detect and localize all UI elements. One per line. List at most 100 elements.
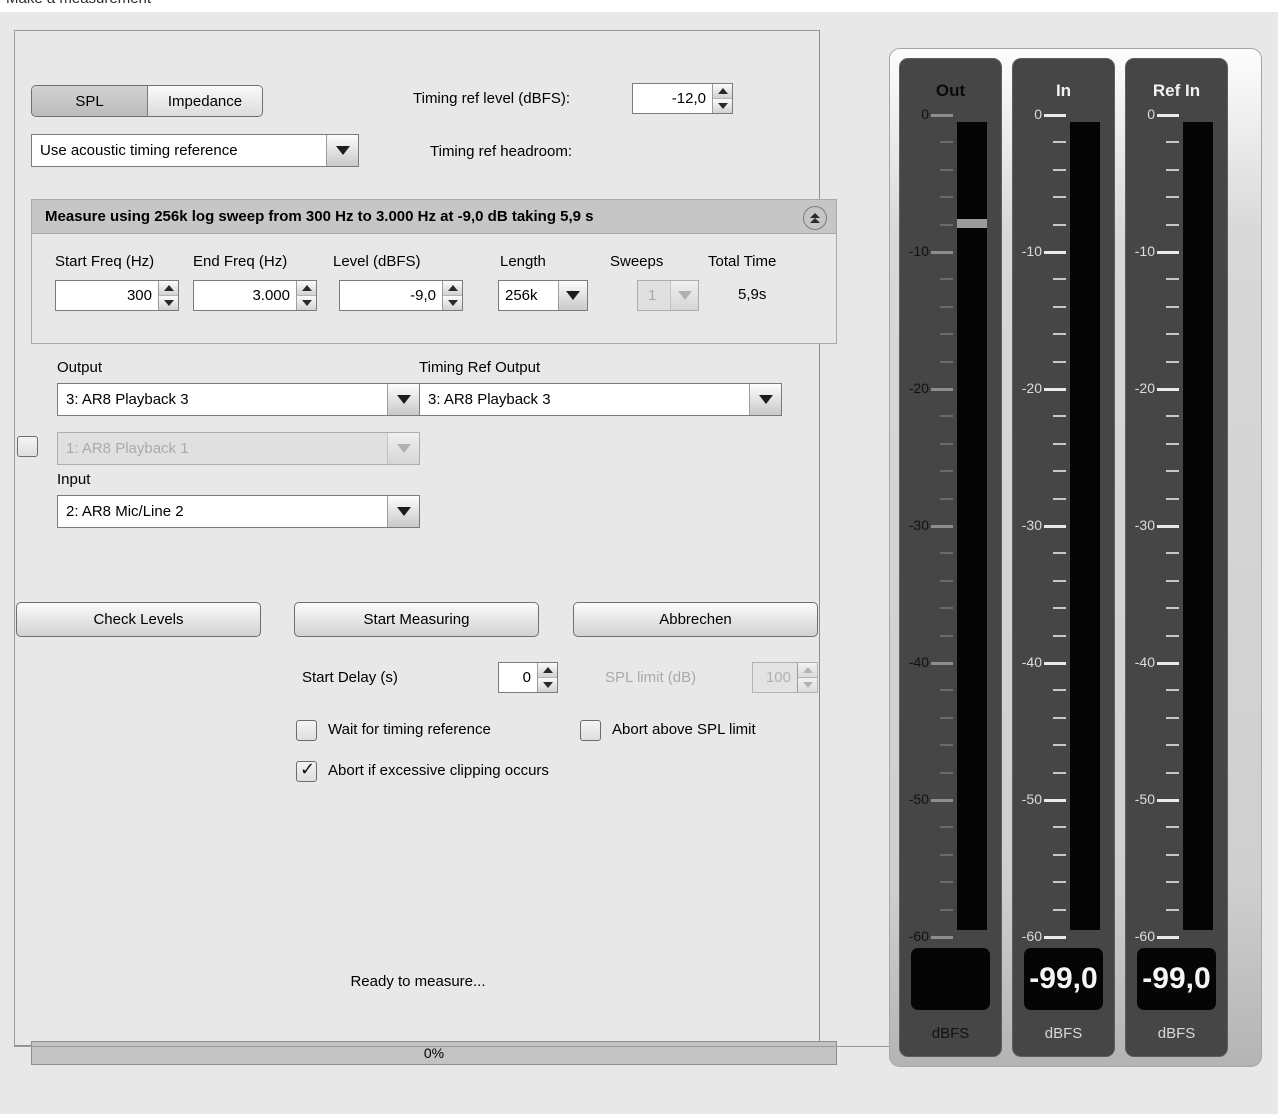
meter-tick [1044,387,1066,391]
start-delay-decrement[interactable] [538,677,557,692]
meter-tick [1053,333,1066,336]
measurement-panel: Make a measurement SPL Impedance Use aco… [0,0,1278,1114]
meter-tick [1166,826,1179,829]
start-delay-value[interactable]: 0 [499,663,537,692]
start-delay-arrows[interactable] [537,663,557,692]
meter-tick [1157,661,1179,665]
meter-tick [1166,607,1179,610]
timing-ref-level-decrement[interactable] [713,98,732,113]
input-label: Input [57,471,91,488]
timing-ref-output-select[interactable]: 3: AR8 Playback 3 [419,383,782,416]
length-select[interactable]: 256k [498,280,588,311]
second-output-select: 1: AR8 Playback 1 [57,432,420,465]
meter-tick [1053,689,1066,692]
level-value[interactable]: -9,0 [340,281,442,310]
level-increment[interactable] [443,281,462,295]
meter-tick-label: -60 [1021,928,1042,944]
arrow-up-icon [542,667,553,673]
start-measuring-button[interactable]: Start Measuring [294,602,539,637]
length-value: 256k [505,287,538,304]
timing-ref-level-arrows[interactable] [712,84,732,113]
measure-settings-group: Measure using 256k log sweep from 300 Hz… [31,199,837,344]
cancel-button[interactable]: Abbrechen [573,602,818,637]
second-output-value: 1: AR8 Playback 1 [66,440,189,457]
arrow-up-icon [301,285,312,291]
meter-tick [940,579,953,582]
sweeps-select: 1 [637,280,699,311]
wait-for-timing-reference-checkbox[interactable] [296,720,317,741]
meter-tick [940,333,953,336]
start-freq-increment[interactable] [159,281,178,295]
meter-tick [1166,470,1179,473]
measure-group-collapse-button[interactable] [803,206,827,230]
start-freq-label: Start Freq (Hz) [55,253,155,270]
start-freq-stepper[interactable]: 300 [55,280,179,311]
check-levels-button[interactable]: Check Levels [16,602,261,637]
start-delay-stepper[interactable]: 0 [498,662,558,693]
level-decrement[interactable] [443,295,462,310]
arrow-down-icon [301,300,312,306]
meter-column-in: In 0 -10 -20 -30 -40 -50 -60 -99,0 dBFS [1012,58,1115,1057]
output-dropdown-button[interactable] [387,384,419,415]
meter-tick-label: -50 [908,791,929,807]
end-freq-increment[interactable] [297,281,316,295]
meter-tick [1166,908,1179,911]
timing-ref-level-label: Timing ref level (dBFS): [413,90,570,107]
measurement-mode-toggle[interactable]: SPL Impedance [31,85,263,117]
meter-tick [940,716,953,719]
meter-tick [1053,196,1066,199]
start-delay-increment[interactable] [538,663,557,677]
meter-tick-label: -30 [1134,517,1155,533]
timing-ref-level-increment[interactable] [713,84,732,98]
meter-title: Out [935,81,966,100]
meter-tick [1166,716,1179,719]
meter-tick [1166,168,1179,171]
abort-excessive-clipping-checkbox[interactable]: ✓ [296,759,317,782]
timing-reference-mode-select[interactable]: Use acoustic timing reference [31,134,359,167]
meter-tick [1053,141,1066,144]
meter-readout: -99,0 [1137,948,1216,1010]
chevron-down-icon [396,444,411,453]
meter-tick [1166,853,1179,856]
second-output-checkbox[interactable] [17,436,38,457]
meter-tick [1044,799,1066,802]
timing-reference-mode-dropdown-button[interactable] [326,135,358,166]
timing-ref-level-value[interactable]: -12,0 [633,84,712,113]
end-freq-value[interactable]: 3.000 [194,281,296,310]
input-dropdown-button[interactable] [387,496,419,527]
abort-above-spl-limit-checkbox[interactable] [580,720,601,741]
timing-ref-output-dropdown-button[interactable] [749,384,781,415]
meter-tick [1166,771,1179,774]
start-freq-arrows[interactable] [158,281,178,310]
input-select[interactable]: 2: AR8 Mic/Line 2 [57,495,420,528]
output-select[interactable]: 3: AR8 Playback 3 [57,383,420,416]
meter-level-indicator [957,219,987,228]
end-freq-decrement[interactable] [297,295,316,310]
sweeps-dropdown-button [670,281,698,310]
level-stepper[interactable]: -9,0 [339,280,463,311]
length-dropdown-button[interactable] [558,281,587,310]
meter-tick [940,196,953,199]
level-arrows[interactable] [442,281,462,310]
total-time-value: 5,9s [738,286,767,303]
meter-tick-label: -60 [1134,928,1155,944]
mode-option-impedance[interactable]: Impedance [148,86,262,116]
meter-tick [1044,114,1066,117]
end-freq-stepper[interactable]: 3.000 [193,280,317,311]
spl-limit-value: 100 [765,669,791,686]
meter-tick [1053,278,1066,281]
start-freq-decrement[interactable] [159,295,178,310]
meter-tick [1166,360,1179,363]
arrow-up-icon [802,667,813,673]
meter-tick [1166,744,1179,747]
arrow-down-icon [447,300,458,306]
main-settings-panel: SPL Impedance Use acoustic timing refere… [14,30,837,1065]
meter-tick [940,168,953,171]
timing-ref-level-stepper[interactable]: -12,0 [632,83,733,114]
start-freq-value[interactable]: 300 [56,281,158,310]
timing-reference-mode-value: Use acoustic timing reference [40,142,238,159]
measure-group-header[interactable]: Measure using 256k log sweep from 300 Hz… [32,200,836,234]
mode-option-spl[interactable]: SPL [32,86,148,116]
arrow-down-icon [163,300,174,306]
end-freq-arrows[interactable] [296,281,316,310]
